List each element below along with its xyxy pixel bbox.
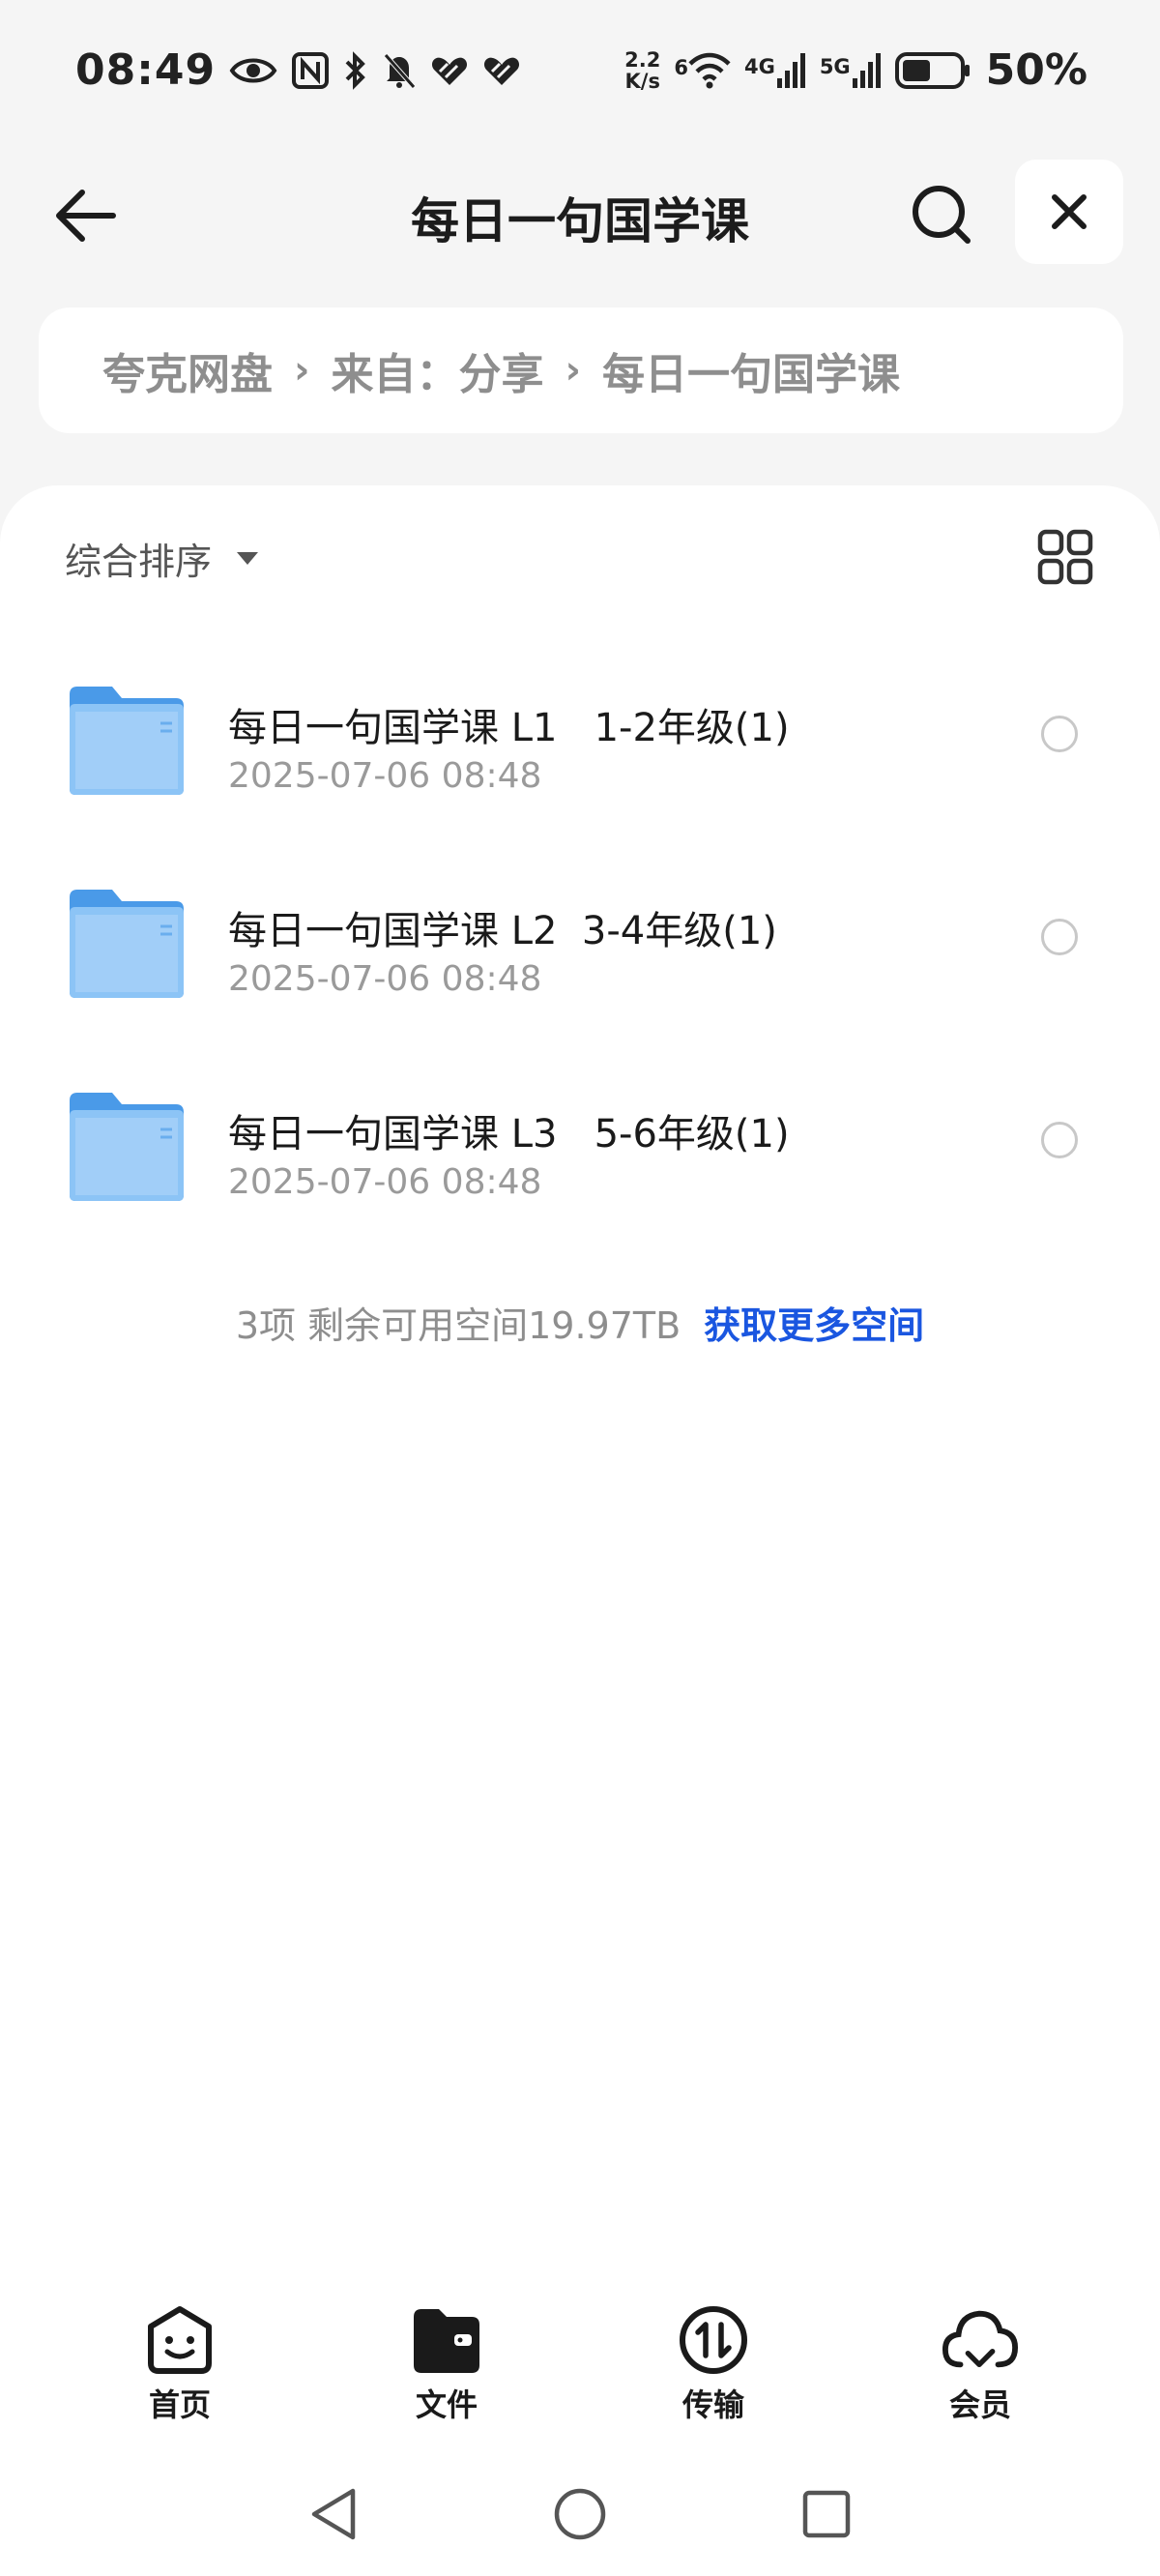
nav-item-home[interactable]: 首页 bbox=[102, 2301, 257, 2425]
status-right: 2.2 K/s 6 4G 5G 50% bbox=[624, 45, 1088, 95]
status-time: 08:49 bbox=[75, 45, 217, 95]
search-icon bbox=[913, 186, 971, 244]
network-speed-unit: K/s bbox=[624, 69, 660, 93]
breadcrumb-item-share[interactable]: 来自：分享 bbox=[331, 339, 543, 401]
home-smile-icon bbox=[141, 2301, 218, 2379]
breadcrumb-item-current: 每日一句国学课 bbox=[601, 350, 900, 399]
status-left: 08:49 bbox=[75, 45, 521, 95]
file-list: 每日一句国学课 L1 1-2年级(1) 2025-07-06 08:48 每日一… bbox=[0, 650, 1160, 1259]
select-radio[interactable] bbox=[1041, 919, 1078, 955]
status-bar: 08:49 2.2 K/s 6 4G 5G 50% bbox=[0, 0, 1160, 140]
select-radio[interactable] bbox=[1041, 716, 1078, 752]
file-time: 2025-07-06 08:48 bbox=[228, 1162, 542, 1202]
list-item[interactable]: 每日一句国学课 L3 5-6年级(1) 2025-07-06 08:48 bbox=[0, 1056, 1160, 1259]
signal-icon: 5G bbox=[820, 51, 882, 90]
folder-file-icon bbox=[408, 2301, 485, 2379]
system-home-button[interactable] bbox=[541, 2475, 619, 2553]
get-more-space-link[interactable]: 获取更多空间 bbox=[704, 1304, 924, 1347]
bell-off-icon bbox=[382, 51, 417, 90]
breadcrumb-separator: › bbox=[294, 348, 310, 393]
back-triangle-icon bbox=[311, 2488, 356, 2540]
system-back-button[interactable] bbox=[295, 2475, 372, 2553]
cloud-icon bbox=[942, 2301, 1019, 2379]
eye-icon bbox=[229, 54, 277, 87]
search-button[interactable] bbox=[904, 177, 979, 252]
wifi-label: 6 bbox=[674, 55, 688, 79]
wifi-icon: 6 bbox=[674, 52, 731, 89]
file-list-card: 综合排序 每日一句国学课 L1 1-2年级(1) 2025-07-06 08:4… bbox=[0, 485, 1160, 2576]
sort-label: 综合排序 bbox=[65, 541, 213, 583]
select-radio[interactable] bbox=[1041, 1122, 1078, 1158]
file-name: 每日一句国学课 L2 3-4年级(1) bbox=[228, 909, 777, 953]
network-speed-value: 2.2 bbox=[624, 47, 661, 72]
battery-fill bbox=[902, 59, 930, 81]
breadcrumb-item-root[interactable]: 夸克网盘 bbox=[102, 339, 273, 401]
signal-icon: 4G bbox=[744, 51, 806, 90]
nav-label-member: 会员 bbox=[948, 2386, 1011, 2423]
bluetooth-icon bbox=[343, 50, 368, 90]
battery-icon bbox=[894, 51, 972, 90]
battery-percent: 50% bbox=[985, 45, 1088, 95]
nav-item-files[interactable]: 文件 bbox=[369, 2301, 524, 2425]
recents-square-icon bbox=[802, 2490, 851, 2538]
nav-item-transfer[interactable]: 传输 bbox=[636, 2301, 791, 2425]
nav-label-files: 文件 bbox=[415, 2386, 478, 2423]
signal1-label: 4G bbox=[743, 54, 775, 78]
network-speed: 2.2 K/s bbox=[624, 49, 660, 92]
grid-view-icon bbox=[1037, 529, 1093, 585]
folder-icon bbox=[70, 890, 184, 998]
folder-icon bbox=[70, 1093, 184, 1201]
folder-icon bbox=[70, 687, 184, 795]
nav-label-home: 首页 bbox=[148, 2386, 211, 2423]
storage-summary-text: 3项 剩余可用空间19.97TB bbox=[235, 1304, 682, 1347]
nfc-icon bbox=[291, 51, 330, 90]
caret-down-icon bbox=[237, 552, 259, 565]
file-name: 每日一句国学课 L1 1-2年级(1) bbox=[228, 706, 790, 750]
grid-view-toggle[interactable] bbox=[1036, 528, 1094, 586]
bottom-nav: 首页 文件 传输 会员 bbox=[0, 2301, 1160, 2437]
nav-item-member[interactable]: 会员 bbox=[903, 2301, 1058, 2425]
heart-link-icon bbox=[430, 54, 469, 87]
file-name: 每日一句国学课 L3 5-6年级(1) bbox=[228, 1112, 790, 1156]
nav-label-transfer: 传输 bbox=[682, 2386, 744, 2423]
system-nav-bar bbox=[0, 2475, 1160, 2553]
list-item[interactable]: 每日一句国学课 L1 1-2年级(1) 2025-07-06 08:48 bbox=[0, 650, 1160, 853]
header: 每日一句国学课 bbox=[0, 160, 1160, 266]
breadcrumb-separator: › bbox=[565, 348, 581, 393]
close-icon bbox=[1052, 194, 1087, 229]
file-time: 2025-07-06 08:48 bbox=[228, 959, 542, 999]
close-button[interactable] bbox=[1015, 160, 1123, 264]
transfer-icon bbox=[675, 2301, 752, 2379]
system-recents-button[interactable] bbox=[788, 2475, 865, 2553]
list-item[interactable]: 每日一句国学课 L2 3-4年级(1) 2025-07-06 08:48 bbox=[0, 853, 1160, 1056]
home-circle-icon bbox=[554, 2488, 606, 2540]
sort-dropdown[interactable]: 综合排序 bbox=[65, 532, 259, 585]
file-time: 2025-07-06 08:48 bbox=[228, 756, 542, 796]
signal2-label: 5G bbox=[819, 54, 851, 78]
breadcrumb: 夸克网盘 › 来自：分享 › 每日一句国学课 bbox=[39, 307, 1123, 433]
page-title: 每日一句国学课 bbox=[411, 193, 749, 249]
heart-link-icon bbox=[482, 54, 521, 87]
storage-summary: 3项 剩余可用空间19.97TB 获取更多空间 bbox=[0, 1296, 1160, 1349]
